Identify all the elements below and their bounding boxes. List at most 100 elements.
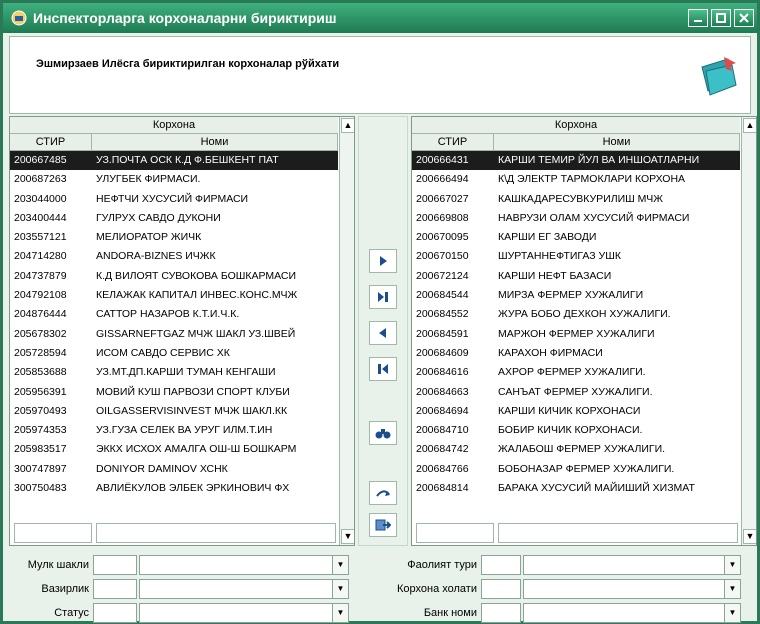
table-row[interactable]: 205974353 УЗ.ГУЗА СЕЛЕК ВА УРУГ ИЛМ.Т.ИН [10, 421, 338, 440]
table-row[interactable]: 200684766 БОБОНАЗАР ФЕРМЕР ХУЖАЛИГИ. [412, 460, 740, 479]
table-row[interactable]: 200667485 УЗ.ПОЧТА ОСК К.Д Ф.БЕШКЕНТ ПАТ [10, 151, 338, 171]
cell-name: МАРЖОН ФЕРМЕР ХУЖАЛИГИ [498, 327, 655, 340]
table-row[interactable]: 205956391 МОВИЙ КУШ ПАРВОЗИ СПОРТ КЛУБИ [10, 383, 338, 402]
table-row[interactable]: 200666431 КАРШИ ТЕМИР ЙУЛ ВА ИНШОАТЛАРНИ [412, 151, 740, 171]
table-row[interactable]: 205983517 ЭККХ ИСХОХ АМАЛГА ОШ-Ш БОШКАРМ [10, 440, 338, 459]
left-grid[interactable]: Корхона СТИР Номи 200667485 УЗ.ПОЧТА ОСК … [9, 116, 355, 546]
right-col-name[interactable]: Номи [494, 134, 740, 151]
table-row[interactable]: 200684616 АХРОР ФЕРМЕР ХУЖАЛИГИ. [412, 363, 740, 382]
find-button[interactable] [369, 421, 397, 445]
table-row[interactable]: 205970493 OILGASSERVISINVEST МЧЖ ШАКЛ.КК [10, 402, 338, 421]
move-all-left-button[interactable] [369, 357, 397, 381]
arrow-last-icon [378, 292, 388, 302]
cell-name: ЭККХ ИСХОХ АМАЛГА ОШ-Ш БОШКАРМ [96, 443, 297, 456]
faoliyat-turi-select[interactable]: ▼ [523, 555, 741, 575]
korxona-holati-select[interactable]: ▼ [523, 579, 741, 599]
table-row[interactable]: 200684591 МАРЖОН ФЕРМЕР ХУЖАЛИГИ [412, 325, 740, 344]
cell-name: САТТОР НАЗАРОВ К.Т.И.Ч.К. [96, 308, 240, 321]
cell-stir: 204876444 [14, 308, 67, 321]
mulk-shakli-select[interactable]: ▼ [139, 555, 349, 575]
chevron-down-icon[interactable]: ▼ [724, 580, 740, 598]
cell-name: УЗ.ГУЗА СЕЛЕК ВА УРУГ ИЛМ.Т.ИН [96, 424, 273, 437]
table-row[interactable]: 200672124 КАРШИ НЕФТ БАЗАСИ [412, 267, 740, 286]
left-col-stir[interactable]: СТИР [10, 134, 92, 151]
right-grid[interactable]: Корхона СТИР Номи 200666431 КАРШИ ТЕМИР Й… [411, 116, 757, 546]
table-row[interactable]: 204792108 КЕЛАЖАК КАПИТАЛ ИНВЕС.КОНС.МЧЖ [10, 286, 338, 305]
bank-nomi-select[interactable]: ▼ [523, 603, 741, 623]
cell-stir: 300750483 [14, 482, 67, 495]
scroll-up-icon[interactable]: ▲ [341, 118, 354, 133]
chevron-down-icon[interactable]: ▼ [724, 604, 740, 622]
table-row[interactable]: 204714280 ANDORA-BIZNES ИЧЖК [10, 247, 338, 266]
left-col-name[interactable]: Номи [92, 134, 338, 151]
table-row[interactable]: 204876444 САТТОР НАЗАРОВ К.Т.И.Ч.К. [10, 305, 338, 324]
table-row[interactable]: 200684742 ЖАЛАБОШ ФЕРМЕР ХУЖАЛИГИ. [412, 440, 740, 459]
scroll-up-icon[interactable]: ▲ [743, 118, 756, 133]
vazirlik-select[interactable]: ▼ [139, 579, 349, 599]
move-left-button[interactable] [369, 321, 397, 345]
left-filter-name[interactable] [96, 523, 336, 543]
table-row[interactable]: 300750483 АВЛИЁКУЛОВ ЭЛБЕК ЭРКИНОВИЧ ФХ [10, 479, 338, 498]
vazirlik-code[interactable] [93, 579, 137, 599]
arrow-first-icon [378, 364, 388, 374]
cell-stir: 200684609 [416, 346, 469, 359]
table-row[interactable]: 200670095 КАРШИ ЕГ ЗАВОДИ [412, 228, 740, 247]
table-row[interactable]: 204737879 К.Д ВИЛОЯТ СУВОКОВА БОШКАРМАСИ [10, 267, 338, 286]
table-row[interactable]: 200684710 БОБИР КИЧИК КОРХОНАСИ. [412, 421, 740, 440]
table-row[interactable]: 205853688 УЗ.МТ.ДП.КАРШИ ТУМАН КЕНГАШИ [10, 363, 338, 382]
table-row[interactable]: 200684609 КАРАХОН ФИРМАСИ [412, 344, 740, 363]
cell-name: КАШКАДАРЕСУВКУРИЛИШ МЧЖ [498, 192, 663, 205]
table-row[interactable]: 200684552 ЖУРА БОБО ДЕХКОН ХУЖАЛИГИ. [412, 305, 740, 324]
right-scrollbar[interactable]: ▲ ▼ [741, 117, 756, 545]
cell-stir: 200667027 [416, 192, 469, 205]
scroll-down-icon[interactable]: ▼ [743, 529, 756, 544]
cell-name: АХРОР ФЕРМЕР ХУЖАЛИГИ. [498, 366, 646, 379]
table-row[interactable]: 205678302 GISSARNEFTGAZ МЧЖ ШАКЛ УЗ.ШВЕЙ [10, 325, 338, 344]
table-row[interactable]: 200684663 САНЪАТ ФЕРМЕР ХУЖАЛИГИ. [412, 383, 740, 402]
status-select[interactable]: ▼ [139, 603, 349, 623]
table-row[interactable]: 203400444 ГУЛРУХ САВДО ДУКОНИ [10, 209, 338, 228]
header-text: Эшмирзаев Илёсга бириктирилган корхонала… [36, 58, 340, 70]
korxona-holati-code[interactable] [481, 579, 521, 599]
cell-stir: 200684663 [416, 385, 469, 398]
table-row[interactable]: 200684694 КАРШИ КИЧИК КОРХОНАСИ [412, 402, 740, 421]
table-row[interactable]: 200669808 НАВРУЗИ ОЛАМ ХУСУСИЙ ФИРМАСИ [412, 209, 740, 228]
minimize-button[interactable] [688, 9, 708, 27]
mulk-shakli-code[interactable] [93, 555, 137, 575]
maximize-button[interactable] [711, 9, 731, 27]
export-button[interactable] [369, 513, 397, 537]
table-row[interactable]: 203044000 НЕФТЧИ ХУСУСИЙ ФИРМАСИ [10, 190, 338, 209]
table-row[interactable]: 200684814 БАРАКА ХУСУСИЙ МАЙИШИЙ ХИЗМАТ [412, 479, 740, 498]
chevron-down-icon[interactable]: ▼ [332, 556, 348, 574]
bank-nomi-code[interactable] [481, 603, 521, 623]
status-code[interactable] [93, 603, 137, 623]
table-row[interactable]: 200684544 МИРЗА ФЕРМЕР ХУЖАЛИГИ [412, 286, 740, 305]
chevron-down-icon[interactable]: ▼ [332, 580, 348, 598]
table-row[interactable]: 203557121 МЕЛИОРАТОР ЖИЧК [10, 228, 338, 247]
cell-name: ЖУРА БОБО ДЕХКОН ХУЖАЛИГИ. [498, 308, 671, 321]
right-col-stir[interactable]: СТИР [412, 134, 494, 151]
right-filter-stir[interactable] [416, 523, 494, 543]
table-row[interactable]: 300747897 DONIYOR DAMINOV ХСНК [10, 460, 338, 479]
close-button[interactable] [734, 9, 754, 27]
table-row[interactable]: 200667027 КАШКАДАРЕСУВКУРИЛИШ МЧЖ [412, 190, 740, 209]
move-right-button[interactable] [369, 249, 397, 273]
cell-name: НАВРУЗИ ОЛАМ ХУСУСИЙ ФИРМАСИ [498, 211, 690, 224]
scroll-down-icon[interactable]: ▼ [341, 529, 354, 544]
table-row[interactable]: 200687263 УЛУГБЕК ФИРМАСИ. [10, 170, 338, 189]
table-row[interactable]: 205728594 ИСОМ САВДО СЕРВИС ХК [10, 344, 338, 363]
refresh-button[interactable] [369, 481, 397, 505]
cell-stir: 200670095 [416, 231, 469, 244]
left-filter-stir[interactable] [14, 523, 92, 543]
header-panel: Эшмирзаев Илёсга бириктирилган корхонала… [9, 36, 751, 114]
table-row[interactable]: 200666494 К\Д ЭЛЕКТР ТАРМОКЛАРИ КОРХОНА [412, 170, 740, 189]
cell-stir: 205853688 [14, 366, 67, 379]
left-scrollbar[interactable]: ▲ ▼ [339, 117, 354, 545]
title-bar[interactable]: Инспекторларга корхоналарни бириктириш [3, 3, 757, 33]
faoliyat-turi-code[interactable] [481, 555, 521, 575]
chevron-down-icon[interactable]: ▼ [332, 604, 348, 622]
chevron-down-icon[interactable]: ▼ [724, 556, 740, 574]
right-filter-name[interactable] [498, 523, 738, 543]
move-all-right-button[interactable] [369, 285, 397, 309]
table-row[interactable]: 200670150 ШУРТАННЕФТИГАЗ УШК [412, 247, 740, 266]
